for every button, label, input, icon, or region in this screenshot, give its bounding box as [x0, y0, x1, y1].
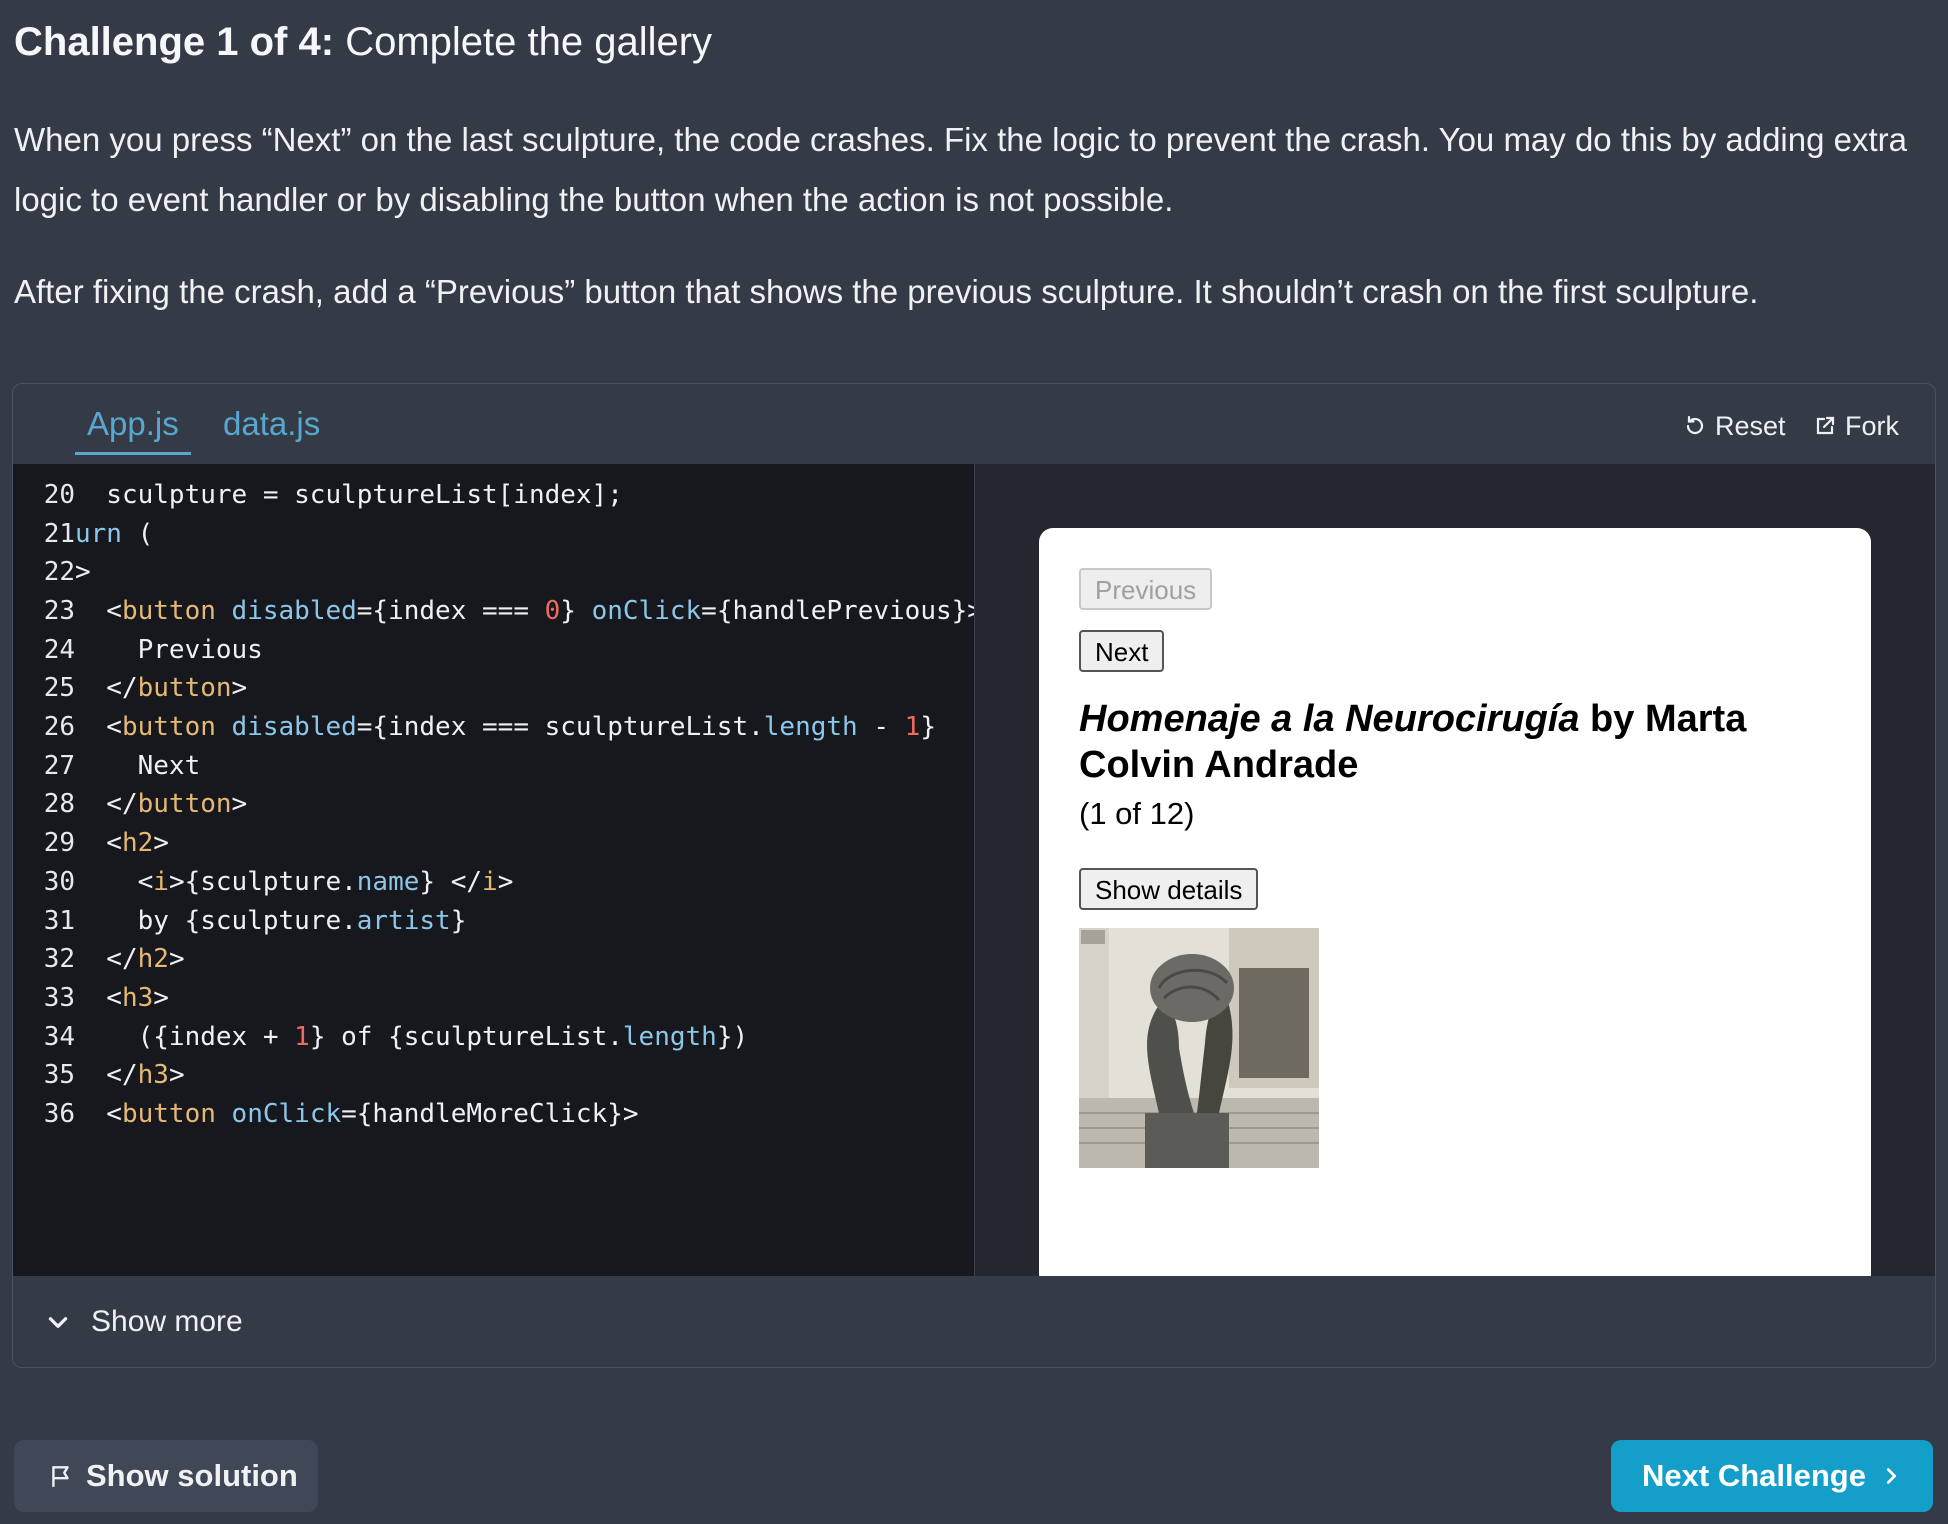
reset-icon	[1686, 415, 1704, 435]
code-line: 36 <button onClick={handleMoreClick}>	[43, 1099, 639, 1129]
tab-app-js[interactable]: App.js	[75, 396, 191, 455]
sculpture-heading: Homenaje a la Neurocirugía by Marta Colv…	[1079, 696, 1819, 788]
previous-button[interactable]: Previous	[1079, 568, 1213, 610]
fork-button[interactable]: Fork	[1813, 404, 1899, 448]
code-editor[interactable]: 20 sculpture = sculptureList[index]; 21u…	[13, 464, 975, 1276]
show-solution-button[interactable]: Show solution	[14, 1440, 318, 1512]
next-button[interactable]: Next	[1079, 630, 1165, 672]
chevron-down-icon	[48, 1316, 68, 1328]
sculpture-name: Homenaje a la Neurocirugía	[1079, 698, 1580, 740]
show-solution-label: Show solution	[86, 1458, 298, 1493]
preview-frame: Previous Next Homenaje a la Neurocirugía…	[1039, 528, 1871, 1276]
tab-data-js[interactable]: data.js	[223, 396, 320, 452]
chevron-right-icon	[1886, 1468, 1897, 1484]
show-details-button[interactable]: Show details	[1079, 868, 1259, 910]
show-more-button[interactable]: Show more	[13, 1276, 1935, 1367]
preview-pane: Previous Next Homenaje a la Neurocirugía…	[975, 464, 1935, 1276]
reset-button[interactable]: Reset	[1683, 404, 1786, 448]
code-sandbox: App.js data.js Reset Fork 20 sculpture =…	[12, 383, 1936, 1368]
flag-icon	[52, 1466, 69, 1487]
challenge-description: When you press “Next” on the last sculpt…	[14, 121, 1908, 218]
file-tab-bar: App.js data.js Reset Fork	[13, 384, 1935, 464]
next-challenge-button[interactable]: Next Challenge	[1611, 1440, 1933, 1512]
sculpture-image	[1079, 928, 1319, 1168]
sculpture-counter: (1 of 12)	[1079, 796, 1195, 831]
external-link-icon	[1816, 416, 1835, 435]
challenge-title: Challenge 1 of 4: Complete the gallery	[14, 14, 712, 70]
challenge-number: Challenge 1 of 4:	[14, 20, 335, 64]
next-challenge-label: Next Challenge	[1642, 1458, 1866, 1493]
fork-label: Fork	[1845, 410, 1899, 441]
challenge-instruction: After fixing the crash, add a “Previous”…	[14, 273, 1759, 310]
reset-label: Reset	[1715, 410, 1786, 441]
challenge-name: Complete the gallery	[345, 20, 713, 64]
show-more-label: Show more	[91, 1304, 243, 1338]
